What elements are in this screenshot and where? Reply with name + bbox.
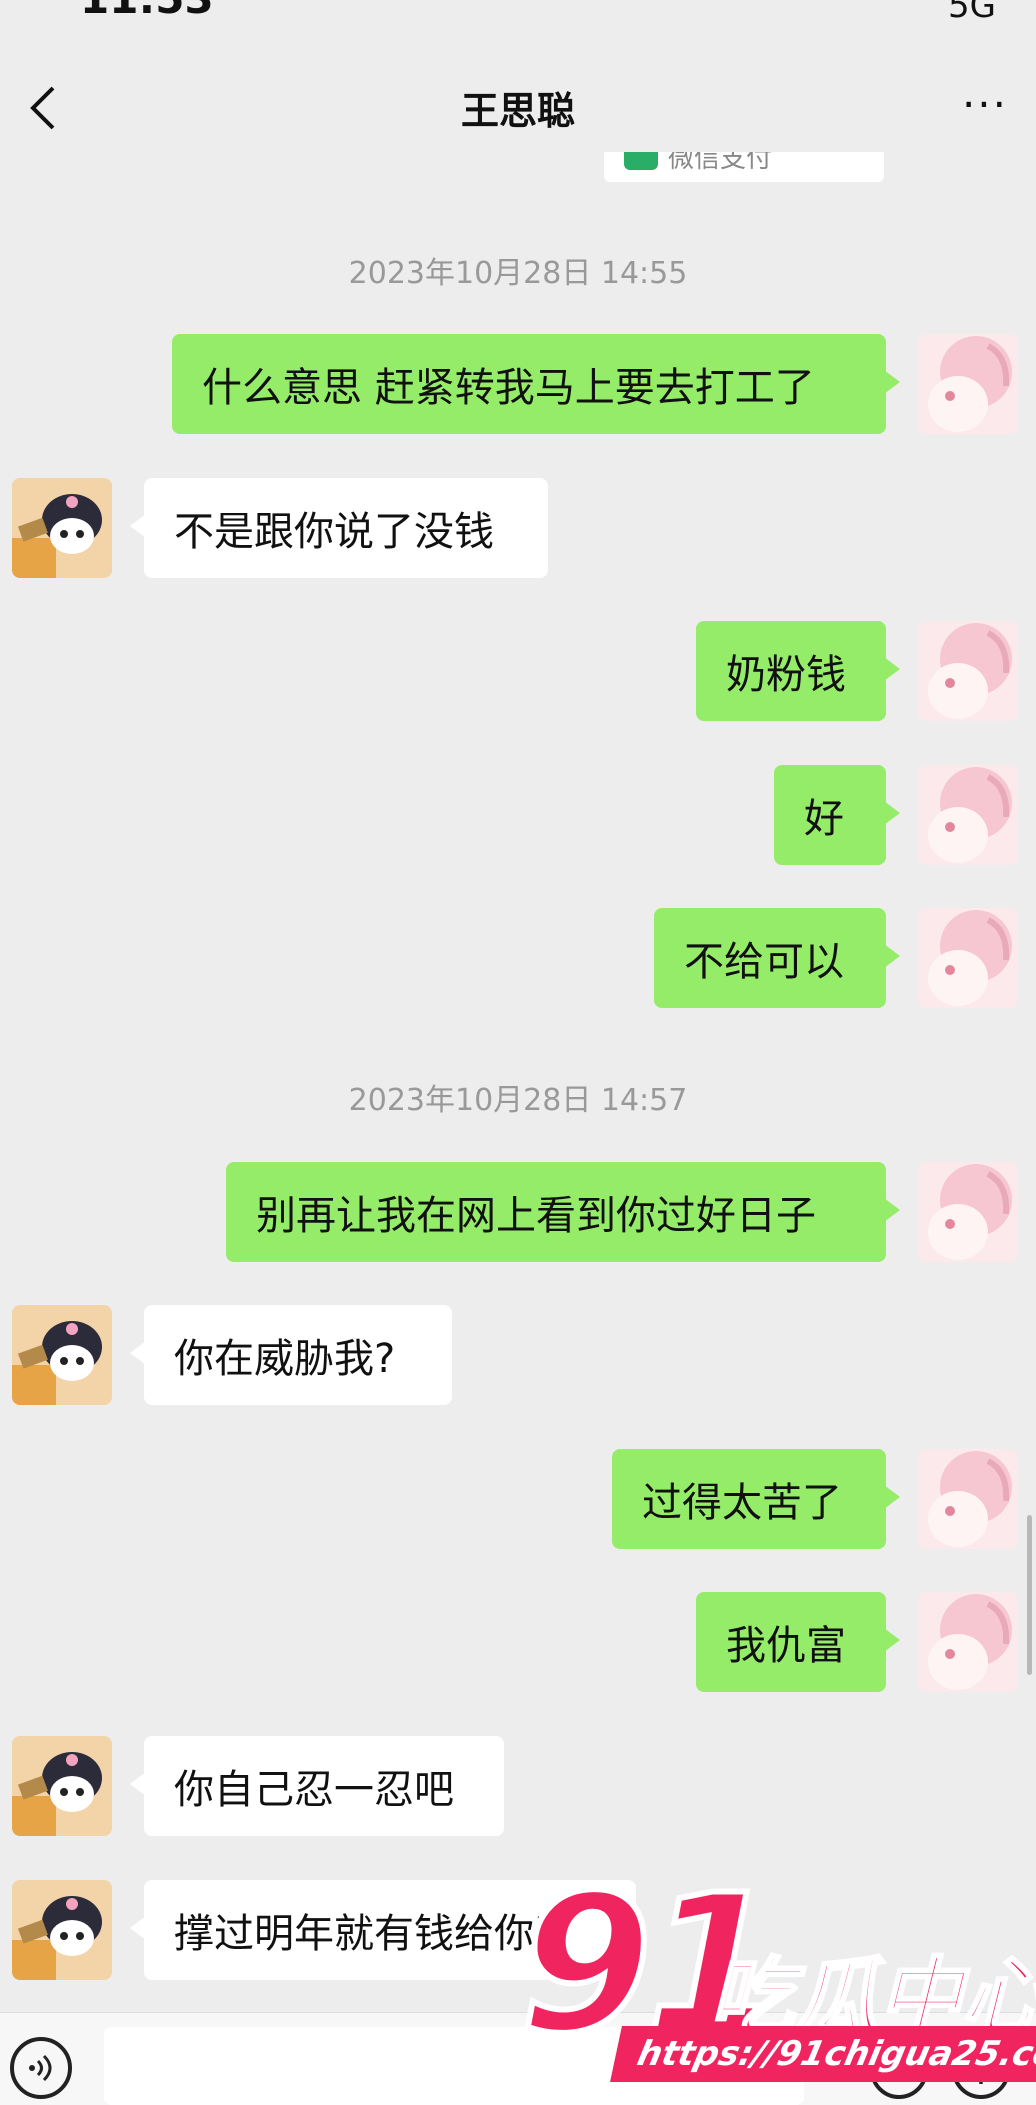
contact-avatar[interactable] [12, 1880, 112, 1980]
chat-title: 王思聪 [460, 89, 575, 133]
contact-message-bubble[interactable]: 不是跟你说了没钱 [130, 478, 548, 578]
voice-icon [29, 2054, 52, 2082]
contact-avatar[interactable] [12, 1305, 112, 1405]
my-message-bubble[interactable]: 不给可以 [654, 908, 900, 1008]
contact-avatar[interactable] [12, 478, 112, 578]
status-network: 5G [948, 0, 996, 26]
my-message-bubble[interactable]: 我仇富 [696, 1592, 900, 1692]
my-avatar[interactable] [918, 1592, 1018, 1692]
timestamp: 2023年10月28日 14:55 [348, 256, 688, 291]
contact-message-bubble[interactable]: 你在威胁我? [130, 1305, 452, 1405]
my-avatar[interactable] [918, 1449, 1018, 1549]
watermark-logo: 91 吃瓜中心 https://91chigua25.com [517, 1867, 1036, 2100]
my-message-bubble[interactable]: 好 [774, 765, 900, 865]
previous-message-card[interactable]: 微信支付 [604, 152, 884, 182]
more-button[interactable]: ··· [962, 84, 1008, 126]
my-message-bubble[interactable]: 什么意思 赶紧转我马上要去打工了 [172, 334, 900, 434]
previous-card-text: 微信支付 [668, 152, 773, 174]
scrollbar[interactable] [1027, 1515, 1032, 1675]
my-avatar[interactable] [918, 1162, 1018, 1262]
my-avatar[interactable] [918, 621, 1018, 721]
contact-message-bubble[interactable]: 你自己忍一忍吧 [130, 1736, 504, 1836]
watermark-url: https://91chigua25.com [610, 2026, 1036, 2082]
my-avatar[interactable] [918, 765, 1018, 865]
status-bar: 11:53 5G [0, 0, 1036, 28]
status-time: 11:53 [80, 0, 214, 23]
timestamp: 2023年10月28日 14:57 [348, 1083, 688, 1118]
my-avatar[interactable] [918, 908, 1018, 1008]
my-avatar[interactable] [918, 334, 1018, 434]
more-dots-icon: ··· [961, 80, 1008, 129]
my-message-bubble[interactable]: 奶粉钱 [696, 621, 900, 721]
voice-button[interactable] [10, 2037, 72, 2099]
my-message-bubble[interactable]: 过得太苦了 [612, 1449, 900, 1549]
wechat-pay-icon [624, 152, 658, 170]
my-message-bubble[interactable]: 别再让我在网上看到你过好日子 [226, 1162, 900, 1262]
contact-avatar[interactable] [12, 1736, 112, 1836]
